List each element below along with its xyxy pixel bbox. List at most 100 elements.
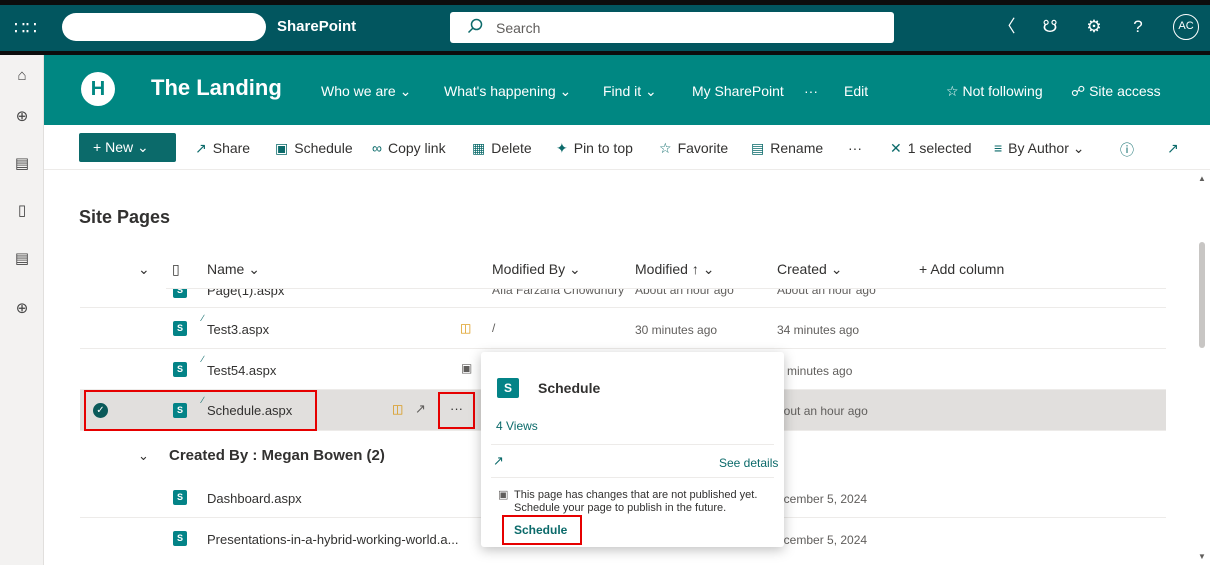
nav-more[interactable]: ··· <box>804 83 818 99</box>
file-name[interactable]: Dashboard.aspx <box>207 491 302 506</box>
share-icon[interactable]: ↗ <box>493 453 504 469</box>
globe-icon[interactable]: ⊕ <box>10 105 34 129</box>
column-modified-by-label: Modified By <box>492 261 566 277</box>
file-type-icon: ▯ <box>172 261 180 277</box>
pin-button[interactable]: ✦ Pin to top <box>556 140 633 157</box>
modified: 30 minutes ago <box>635 323 718 337</box>
add-column-button[interactable]: + Add column <box>919 261 1004 277</box>
megaphone-icon[interactable]: 〈 <box>995 15 1019 39</box>
group-header[interactable]: Created By : Megan Bowen (2) <box>169 447 385 464</box>
unpublished-message: This page has changes that are not publi… <box>514 489 758 514</box>
site-access-label: Site access <box>1089 83 1161 99</box>
file-name[interactable]: Schedule.aspx <box>207 403 292 418</box>
search-box[interactable]: Search <box>450 12 894 43</box>
checkmark-icon[interactable]: ✓ <box>93 403 108 418</box>
schedule-button[interactable]: ▣ Schedule <box>275 140 353 157</box>
nav-whats-happening[interactable]: What's happening ⌄ <box>444 83 571 100</box>
nav-my-sharepoint[interactable]: My SharePoint <box>692 83 784 99</box>
file-name[interactable]: Page(1).aspx <box>207 289 284 298</box>
new-item-icon: ∕ <box>202 395 204 405</box>
modified-by: Afia Farzana Chowdhury <box>492 289 625 297</box>
star-icon: ☆ <box>946 83 959 99</box>
list-icon[interactable]: ▤ <box>10 247 34 271</box>
nav-label: What's happening <box>444 83 556 99</box>
tenant-logo-redacted[interactable] <box>62 13 266 41</box>
group-collapse-icon[interactable]: ⌄ <box>138 448 149 464</box>
divider <box>491 477 774 478</box>
favorite-button[interactable]: ☆ Favorite <box>659 140 728 157</box>
sharepoint-page-icon: S <box>173 531 187 546</box>
view-switcher[interactable]: ≡ By Author ⌄ <box>994 140 1085 157</box>
file-name[interactable]: Presentations-in-a-hybrid-working-world.… <box>207 532 458 547</box>
file-icon[interactable]: ▯ <box>10 199 34 223</box>
column-created-label: Created <box>777 261 827 277</box>
scrollbar[interactable]: ▲ ▼ <box>1196 170 1210 565</box>
created: bout an hour ago <box>777 404 868 418</box>
gear-icon[interactable]: ⚙ <box>1082 15 1106 39</box>
rename-icon: ▤ <box>751 140 765 156</box>
share-button[interactable]: ↗ Share <box>195 140 250 157</box>
scroll-thumb[interactable] <box>1199 242 1205 348</box>
share-icon[interactable]: ↗ <box>415 401 426 417</box>
add-column-label: Add column <box>930 261 1005 277</box>
people-icon[interactable]: ☋ <box>1038 15 1062 39</box>
help-icon[interactable]: ? <box>1126 15 1150 39</box>
more-commands-button[interactable]: ··· <box>848 140 862 156</box>
copy-link-label: Copy link <box>387 140 446 156</box>
table-row[interactable]: S Page(1).aspx Afia Farzana Chowdhury Ab… <box>80 289 1166 308</box>
delete-button[interactable]: ▦ Delete <box>472 140 532 157</box>
avatar[interactable]: AC <box>1173 14 1199 40</box>
nav-who-we-are[interactable]: Who we are ⌄ <box>321 83 411 100</box>
chevron-down-icon: ⌄ <box>559 83 572 99</box>
file-name[interactable]: Test3.aspx <box>207 322 269 337</box>
trash-icon: ▦ <box>472 140 486 156</box>
column-created[interactable]: Created ⌄ <box>777 261 842 278</box>
follow-button[interactable]: ☆ Not following <box>946 83 1043 100</box>
search-icon <box>467 18 483 34</box>
new-button[interactable]: + New ⌄ <box>79 133 176 162</box>
card-title[interactable]: Schedule <box>538 380 600 396</box>
copy-link-button[interactable]: ∞ Copy link <box>372 140 446 156</box>
site-logo[interactable]: H <box>81 72 115 106</box>
info-icon[interactable]: ⓘ <box>1120 140 1134 160</box>
table-row[interactable]: S ∕ Test3.aspx ◫ / 30 minutes ago 34 min… <box>80 308 1166 349</box>
create-icon[interactable]: ⊕ <box>10 297 34 321</box>
sharepoint-window: ∷∷ SharePoint Search 〈 ☋ ⚙ ? AC ⌂ ⊕ ▤ ▯ … <box>0 0 1210 565</box>
rename-button[interactable]: ▤ Rename <box>751 140 823 157</box>
collapse-all-icon[interactable]: ⌄ <box>138 261 150 278</box>
share-icon: ↗ <box>195 140 207 156</box>
column-name[interactable]: Name ⌄ <box>207 261 260 278</box>
scroll-up-icon[interactable]: ▲ <box>1198 174 1206 183</box>
file-name[interactable]: Test54.aspx <box>207 363 276 378</box>
close-icon: ✕ <box>890 140 902 156</box>
clear-selection-button[interactable]: ✕ 1 selected <box>890 140 972 157</box>
file-hover-card: S Schedule 4 Views ↗ See details ▣ This … <box>481 352 784 547</box>
chevron-down-icon: ⌄ <box>248 261 260 277</box>
expand-icon[interactable]: ↗ <box>1167 140 1179 157</box>
more-options-button[interactable]: ··· <box>450 401 463 416</box>
sharepoint-page-icon: S <box>173 289 187 298</box>
divider <box>491 444 774 445</box>
share-label: Share <box>212 140 251 156</box>
home-icon[interactable]: ⌂ <box>10 64 34 88</box>
created: About an hour ago <box>777 289 876 297</box>
created: 0 minutes ago <box>777 364 853 378</box>
column-modified[interactable]: Modified ↑ ⌄ <box>635 261 714 278</box>
schedule-link[interactable]: Schedule <box>514 523 567 537</box>
views-count[interactable]: 4 Views <box>496 419 538 433</box>
created: 34 minutes ago <box>777 323 860 337</box>
chevron-down-icon: ⌄ <box>399 83 412 99</box>
scroll-down-icon[interactable]: ▼ <box>1198 552 1206 561</box>
site-access-button[interactable]: ☍ Site access <box>1071 83 1161 100</box>
see-details-link[interactable]: See details <box>719 456 778 470</box>
column-modified-by[interactable]: Modified By ⌄ <box>492 261 581 278</box>
schedule-icon: ▣ <box>461 361 473 375</box>
app-name[interactable]: SharePoint <box>277 18 356 35</box>
nav-find-it[interactable]: Find it ⌄ <box>603 83 657 100</box>
app-launcher-icon[interactable]: ∷∷ <box>14 17 37 39</box>
site-title[interactable]: The Landing <box>151 75 282 101</box>
nav-edit[interactable]: Edit <box>844 83 868 99</box>
page-title: Site Pages <box>79 207 171 227</box>
news-icon[interactable]: ▤ <box>10 152 34 176</box>
chevron-down-icon: ⌄ <box>136 139 149 155</box>
